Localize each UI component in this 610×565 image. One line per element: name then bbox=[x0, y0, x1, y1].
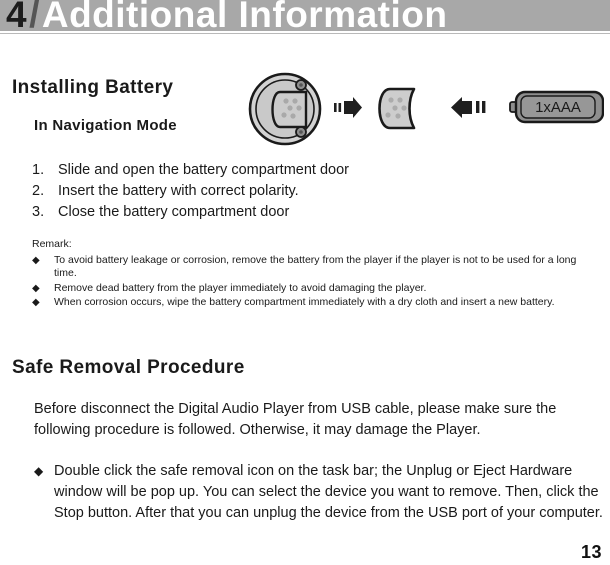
player-back-cover-icon bbox=[248, 72, 322, 146]
chapter-number: 4 bbox=[6, 0, 28, 31]
battery-install-steps: 1. Slide and open the battery compartmen… bbox=[32, 160, 482, 223]
header-divider bbox=[0, 33, 610, 34]
list-item: 1. Slide and open the battery compartmen… bbox=[32, 160, 482, 181]
list-item: 2. Insert the battery with correct polar… bbox=[32, 181, 482, 202]
remark-text: When corrosion occurs, wipe the battery … bbox=[54, 296, 555, 308]
aaa-battery-icon: 1xAAA bbox=[509, 90, 604, 124]
safe-removal-bullet-text: Double click the safe removal icon on th… bbox=[54, 463, 603, 521]
step-number: 2. bbox=[32, 183, 45, 199]
list-item: 3. Close the battery compartment door bbox=[32, 202, 482, 223]
safe-removal-bullet-list: ◆ Double click the safe removal icon on … bbox=[34, 461, 604, 524]
step-text: Slide and open the battery compartment d… bbox=[58, 162, 349, 178]
arrow-left-icon bbox=[451, 97, 486, 118]
diamond-bullet-icon: ◆ bbox=[34, 464, 44, 478]
remark-text: Remove dead battery from the player imme… bbox=[54, 281, 427, 294]
list-item: ◆ When corrosion occurs, wipe the batter… bbox=[32, 296, 588, 310]
page-title: Additional Information bbox=[41, 0, 448, 31]
diamond-bullet-icon: ◆ bbox=[32, 297, 40, 308]
remark-text: To avoid battery leakage or corrosion, r… bbox=[54, 253, 577, 280]
subheading-in-navigation-mode: In Navigation Mode bbox=[34, 117, 177, 134]
battery-installation-diagram: 1xAAA bbox=[248, 70, 604, 148]
diamond-bullet-icon: ◆ bbox=[32, 282, 40, 294]
header-separator: / bbox=[29, 0, 40, 31]
safe-removal-paragraph: Before disconnect the Digital Audio Play… bbox=[34, 401, 557, 438]
page-header-banner: 4/Additional Information bbox=[0, 0, 610, 31]
section-heading-installing-battery: Installing Battery bbox=[12, 77, 174, 98]
step-text: Close the battery compartment door bbox=[58, 204, 290, 220]
step-number: 1. bbox=[32, 162, 45, 178]
step-number: 3. bbox=[32, 204, 45, 220]
page-header-text: 4/Additional Information bbox=[6, 0, 447, 31]
page-number: 13 bbox=[580, 542, 602, 562]
arrow-right-icon bbox=[334, 97, 362, 118]
diamond-bullet-icon: ◆ bbox=[32, 254, 40, 266]
list-item: ◆ Remove dead battery from the player im… bbox=[32, 282, 588, 296]
battery-label: 1xAAA bbox=[535, 99, 581, 116]
list-item: ◆ Double click the safe removal icon on … bbox=[34, 461, 604, 524]
remark-label: Remark: bbox=[32, 238, 72, 250]
battery-door-icon bbox=[378, 87, 416, 130]
step-text: Insert the battery with correct polarity… bbox=[58, 183, 299, 199]
remark-block: Remark: ◆ To avoid battery leakage or co… bbox=[32, 238, 588, 311]
list-item: ◆ To avoid battery leakage or corrosion,… bbox=[32, 254, 588, 281]
section-heading-safe-removal-procedure: Safe Removal Procedure bbox=[12, 357, 245, 378]
